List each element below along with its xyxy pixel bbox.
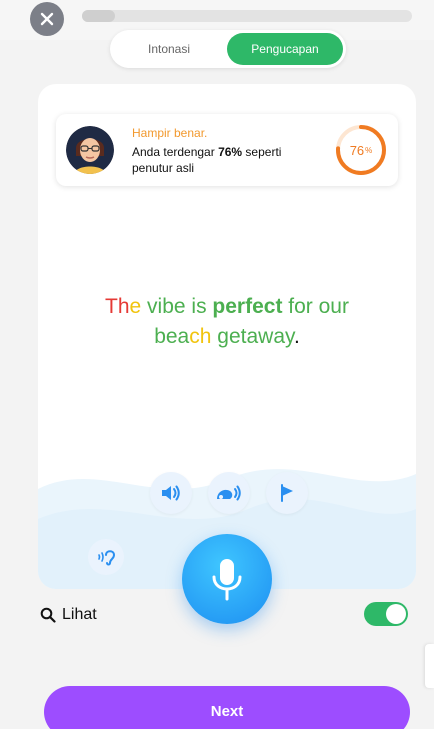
tab-pengucapan[interactable]: Pengucapan	[227, 33, 343, 65]
lihat-toggle[interactable]	[364, 602, 408, 626]
sentence-line2-segment-2[interactable]: ge	[211, 325, 240, 348]
sentence-line2-segment-4[interactable]: .	[294, 325, 300, 348]
sentence-line2-segment-0[interactable]: bea	[154, 325, 189, 348]
lesson-progress-bar	[82, 10, 412, 22]
sentence-line1-segment-4[interactable]: for our	[282, 295, 349, 318]
sentence-line1-segment-0[interactable]: Th	[105, 295, 130, 318]
report-button[interactable]	[266, 472, 308, 514]
listen-recording-button[interactable]	[88, 539, 124, 575]
practice-sentence: The vibe is perfect for our beach getawa…	[38, 292, 416, 352]
sentence-line2-segment-1[interactable]: ch	[189, 325, 211, 348]
feedback-card: Hampir benar. Anda terdengar 76% seperti…	[56, 114, 398, 186]
sentence-line2-segment-3[interactable]: taway	[241, 325, 294, 348]
mode-segmented-control: Intonasi Pengucapan	[110, 30, 346, 68]
sentence-line-2: beach getaway.	[38, 322, 416, 352]
search-icon	[40, 607, 56, 623]
play-slow-audio-button[interactable]	[208, 472, 250, 514]
lihat-row[interactable]: Lihat	[40, 606, 97, 624]
feedback-text: Anda terdengar 76% seperti penutur asli	[132, 144, 322, 176]
close-icon	[40, 12, 54, 26]
score-value: 76%	[334, 123, 388, 177]
lesson-progress-fill	[82, 10, 115, 22]
feedback-title: Hampir benar.	[132, 126, 208, 140]
feedback-score-inline: 76%	[218, 145, 243, 159]
close-button[interactable]	[30, 2, 64, 36]
sentence-line1-segment-3[interactable]: perfect	[212, 295, 282, 318]
toggle-knob	[386, 604, 406, 624]
side-tab[interactable]	[425, 644, 434, 688]
tab-intonasi[interactable]: Intonasi	[110, 30, 228, 68]
score-number: 76	[349, 142, 365, 158]
practice-card: Hampir benar. Anda terdengar 76% seperti…	[38, 84, 416, 589]
microphone-icon	[212, 559, 242, 601]
next-button[interactable]: Next	[44, 686, 410, 729]
score-unit: %	[365, 145, 373, 155]
avatar	[66, 126, 114, 174]
sentence-line1-segment-1[interactable]: e	[130, 295, 142, 318]
flag-icon	[281, 484, 293, 502]
sentence-line1-segment-2[interactable]: vibe is	[141, 295, 212, 318]
play-audio-button[interactable]	[150, 472, 192, 514]
slow-speaker-icon	[217, 485, 241, 501]
sentence-line-1: The vibe is perfect for our	[38, 292, 416, 322]
speaker-icon	[162, 485, 180, 501]
record-microphone-button[interactable]	[182, 534, 272, 624]
lihat-label: Lihat	[62, 606, 97, 623]
ear-icon	[98, 550, 116, 566]
feedback-text-prefix: Anda terdengar	[132, 145, 219, 159]
